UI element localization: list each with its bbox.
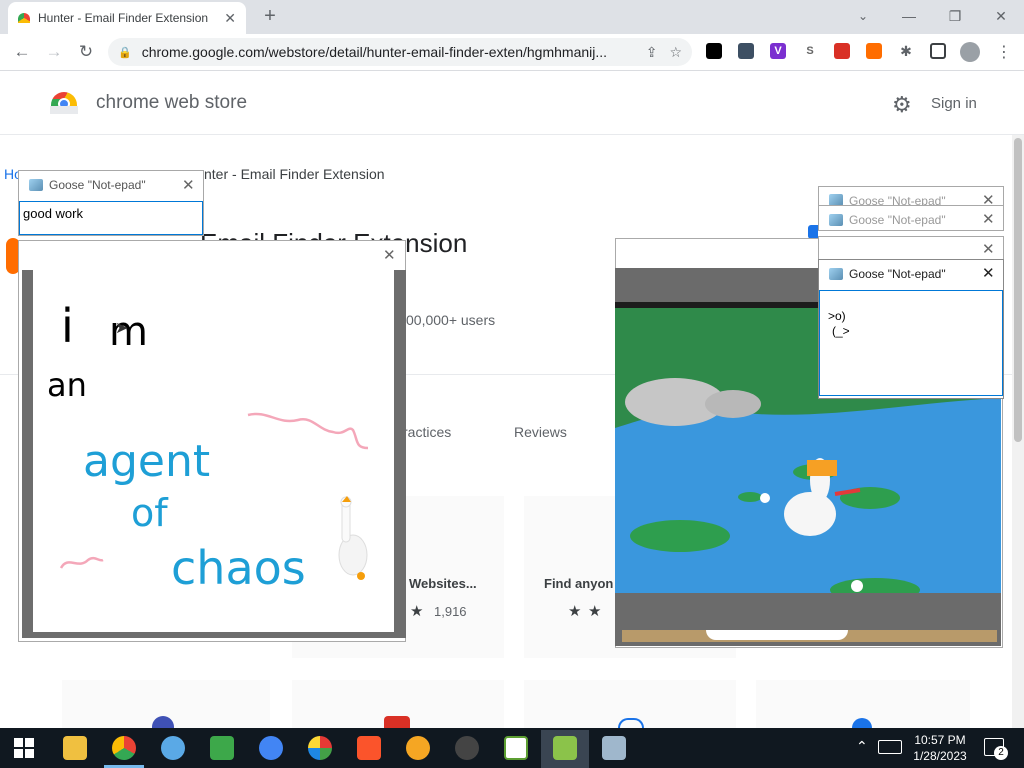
safari-icon[interactable] — [161, 736, 185, 760]
close-icon[interactable]: ✕ — [982, 240, 995, 258]
address-bar[interactable]: 🔒 chrome.google.com/webstore/detail/hunt… — [108, 38, 692, 66]
lock-icon: 🔒 — [118, 46, 132, 59]
tab-privacy-practices[interactable]: ractices — [403, 424, 451, 440]
related-card-title: Websites... — [409, 576, 477, 591]
star-icon: ★ — [568, 603, 582, 620]
frame-tab — [706, 630, 848, 640]
side-panel-icon[interactable] — [930, 43, 946, 59]
extension-hunter-icon[interactable] — [866, 43, 882, 59]
notepad-title: Goose "Not-epad" — [49, 178, 146, 192]
star-icon: ★ — [588, 603, 602, 620]
app-icon[interactable] — [210, 736, 234, 760]
profile-avatar-icon[interactable] — [960, 42, 980, 62]
brave-icon[interactable] — [357, 736, 381, 760]
drawn-word: of — [131, 491, 169, 535]
goose-notepad-window[interactable]: Goose "Not-epad" ✕ good work — [18, 170, 204, 236]
close-icon[interactable]: ✕ — [982, 264, 995, 282]
keyboard-icon[interactable] — [878, 740, 902, 754]
notepad-icon — [829, 214, 843, 226]
notepad-title: Goose "Not-epad" — [849, 213, 946, 227]
color-app-icon[interactable] — [308, 736, 332, 760]
web-store-title[interactable]: chrome web store — [96, 92, 247, 114]
new-tab-button[interactable]: + — [258, 4, 282, 28]
file-explorer-icon[interactable] — [63, 736, 87, 760]
url-text: chrome.google.com/webstore/detail/hunter… — [141, 44, 608, 60]
goose-notepad-window[interactable]: Goose "Not-epad" ✕ >o) (_> — [818, 259, 1004, 399]
clock[interactable]: 10:57 PM 1/28/2023 — [912, 732, 968, 764]
drawn-word: chaos — [171, 541, 306, 595]
notepad-line: (_> — [832, 324, 850, 338]
browser-tab[interactable]: Hunter - Email Finder Extension ✕ — [8, 2, 246, 34]
extensions-puzzle-icon[interactable]: ✱ — [898, 43, 914, 59]
app-icon[interactable] — [406, 736, 430, 760]
notepad-text-area[interactable]: >o) (_> — [819, 290, 1003, 396]
goose-notepad-window[interactable]: ✕ — [818, 236, 1004, 260]
close-icon[interactable]: ✕ — [383, 246, 396, 264]
goose-app-icon[interactable] — [553, 736, 577, 760]
users-count: 00,000+ users — [406, 312, 496, 328]
tab-close-icon[interactable]: ✕ — [224, 10, 236, 27]
related-extension-icon — [384, 716, 410, 728]
drawn-word: i — [61, 299, 74, 353]
share-icon[interactable]: ⇪ — [646, 44, 658, 61]
close-icon[interactable]: ✕ — [982, 210, 995, 228]
reload-button[interactable]: ↻ — [74, 40, 98, 64]
minimize-button[interactable]: — — [894, 4, 924, 28]
bookmark-star-icon[interactable]: ☆ — [669, 44, 682, 61]
extension-v-icon[interactable]: V — [770, 43, 786, 59]
app-icon[interactable] — [504, 736, 528, 760]
notepad-line: >o) — [828, 309, 846, 323]
breadcrumb-current: nter - Email Finder Extension — [204, 166, 385, 182]
chrome-web-store-favicon-icon — [18, 13, 30, 23]
close-window-button[interactable]: ✕ — [986, 4, 1016, 28]
menu-kebab-icon[interactable]: ⋮ — [996, 42, 1012, 62]
rating-count: 1,916 — [434, 604, 467, 619]
notepad-title: Goose "Not-epad" — [849, 267, 946, 281]
extension-red-icon[interactable] — [834, 43, 850, 59]
extension-s-icon[interactable]: S — [802, 43, 818, 59]
restore-button[interactable]: ❐ — [940, 4, 970, 28]
extension-contrast-icon[interactable] — [706, 43, 722, 59]
notepad-text-area[interactable]: good work — [19, 201, 203, 235]
scrollbar-thumb[interactable] — [1014, 138, 1022, 442]
web-store-logo-icon[interactable] — [50, 88, 78, 116]
mouse-cursor-icon: ➤ — [115, 320, 129, 337]
star-icon: ★ — [410, 603, 424, 620]
show-hidden-icons-chevron-icon[interactable]: ⌃ — [856, 738, 868, 755]
tab-reviews[interactable]: Reviews — [514, 424, 567, 440]
goose-notepad-window[interactable]: Goose "Not-epad" ✕ — [818, 205, 1004, 231]
extension-calculator-icon[interactable] — [738, 43, 754, 59]
tab-search-chevron-icon[interactable]: ⌄ — [848, 4, 878, 28]
close-icon[interactable]: ✕ — [182, 176, 195, 194]
windows-start-icon[interactable] — [14, 738, 34, 758]
chrome-taskbar-icon[interactable] — [112, 736, 136, 760]
related-card-title: Find anyon — [544, 576, 614, 591]
notification-count-badge: 2 — [994, 746, 1008, 760]
drawn-word: an — [47, 366, 87, 404]
gear-icon[interactable]: ⚙ — [892, 92, 912, 118]
clock-time: 10:57 PM — [914, 733, 966, 747]
drawing-canvas[interactable]: i m an agent of chaos — [33, 270, 394, 632]
drawn-word: agent — [83, 436, 210, 487]
notepad-icon — [829, 268, 843, 280]
clock-date: 1/28/2023 — [913, 749, 967, 763]
back-button[interactable]: ← — [10, 40, 34, 64]
forward-button[interactable]: → — [42, 40, 66, 64]
notepad-icon — [29, 179, 43, 191]
chromium-icon[interactable] — [259, 736, 283, 760]
add-to-chrome-button[interactable] — [808, 225, 818, 239]
notepad-taskbar-icon[interactable] — [602, 736, 626, 760]
related-extension-icon — [618, 718, 644, 728]
app-icon[interactable] — [455, 736, 479, 760]
tab-title: Hunter - Email Finder Extension — [38, 11, 209, 25]
scribble-drawing: i m an agent of chaos — [47, 299, 369, 595]
sign-in-link[interactable]: Sign in — [931, 95, 977, 112]
